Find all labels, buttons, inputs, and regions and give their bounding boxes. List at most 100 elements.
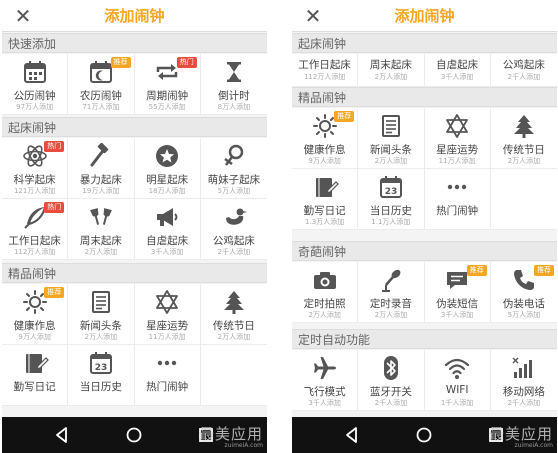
alarm-tile-count: 2万人添加 (507, 157, 541, 165)
back-icon[interactable] (52, 425, 72, 445)
alarm-tile[interactable]: 伪装短信 3千人添加 推荐 (424, 262, 491, 323)
alarm-tile[interactable]: 星座运势 11万人添加 (424, 108, 491, 169)
recommended-badge: 推荐 (334, 111, 355, 122)
section-header: 精品闹钟 (2, 263, 267, 283)
alarm-tile-label: 周末起床 (369, 59, 412, 71)
home-icon[interactable] (124, 425, 144, 445)
recommended-badge: 推荐 (534, 265, 554, 276)
alarm-tile-count: 2千人添加 (374, 399, 408, 407)
svg-text:23: 23 (95, 363, 108, 373)
alarm-tile-count: 112万人添加 (303, 73, 346, 81)
section-header: 奇葩闹钟 (292, 241, 557, 261)
alarm-tile-count: 121万人添加 (13, 187, 56, 195)
alarm-tile[interactable]: 移动网络 2千人添加 (490, 350, 557, 411)
alarm-tile[interactable]: 星座运势 11万人添加 (134, 284, 201, 345)
diary-icon (21, 350, 49, 376)
alarm-tile[interactable]: 飞行模式 3千人添加 (292, 350, 359, 411)
alarm-tile[interactable]: 传统节日 2万人添加 (200, 284, 267, 345)
alarm-tile[interactable]: 定时拍照 2万人添加 (292, 262, 359, 323)
alarm-tile[interactable]: 暴力起床 19万人添加 (68, 138, 135, 199)
watermark: 最美应用 zuimeiA.com (488, 425, 553, 449)
alarm-tile[interactable]: 定时录音 2万人添加 (358, 262, 425, 323)
alarm-tile[interactable]: 自虐起床 3千人添加 (424, 54, 491, 87)
alarm-tile-count: 11万人添加 (148, 333, 186, 341)
alarm-tile-label: 热门闹钟 (436, 205, 479, 217)
alarm-tile[interactable]: 新闻头条 2万人添加 (358, 108, 425, 169)
alarm-tile[interactable]: 公历闹钟 97万人添加 (2, 54, 69, 115)
alarm-tile-count: 2千人添加 (507, 399, 541, 407)
alarm-tile[interactable]: 自虐起床 3千人添加 (134, 199, 201, 260)
alarm-tile-label: 周期闹钟 (146, 90, 189, 102)
alarm-tile[interactable]: 新闻头条 2万人添加 (68, 284, 135, 345)
alarm-tile-count: 3千人添加 (440, 73, 474, 81)
cheers-icon (87, 204, 115, 230)
page-title: 添加闹钟 (104, 7, 165, 25)
alarm-tile[interactable]: 健康作息 9万人添加 推荐 (292, 108, 359, 169)
close-icon[interactable]: ✕ (300, 3, 326, 29)
home-icon[interactable] (414, 425, 434, 445)
alarm-tile[interactable]: 公鸡起床 2千人添加 (490, 54, 557, 87)
alarm-tile[interactable]: 农历闹钟 71万人添加 推荐 (68, 54, 135, 115)
alarm-tile-label: 健康作息 (13, 320, 56, 332)
alarm-tile[interactable]: 23 当日历史 1.1万人添加 (358, 169, 425, 230)
camera-icon (311, 267, 339, 293)
alarm-tile-count: 1千人添加 (440, 399, 474, 407)
alarm-tile[interactable]: 热门闹钟 (424, 169, 491, 230)
alarm-tile-count: 2千人添加 (217, 248, 251, 256)
alarm-tile[interactable]: 热门闹钟 (134, 345, 201, 406)
alarm-tile-count: 8万人添加 (217, 103, 251, 111)
alarm-tile-label: 定时拍照 (303, 298, 346, 310)
alarm-tile[interactable]: 周末起床 2万人添加 (68, 199, 135, 260)
alarm-tile[interactable]: 伪装电话 5万人添加 推荐 (490, 262, 557, 323)
back-icon[interactable] (342, 425, 362, 445)
alarm-tile[interactable]: 周末起床 2万人添加 (358, 54, 425, 87)
alarm-tile[interactable]: 工作日起床 112万人添加 热门 (2, 199, 69, 260)
alarm-tile[interactable]: 萌妹子起床 5万人添加 (200, 138, 267, 199)
alarm-tile[interactable]: 勤写日记 (2, 345, 69, 406)
alarm-grid: 健康作息 9万人添加 推荐 新闻头条 2万人添加 星座运势 11万人添加 传统节日 2万人添加勤… (292, 108, 557, 230)
alarm-tile[interactable]: 勤写日记 1.3万人添加 (292, 169, 359, 230)
alarm-tile-label: 星座运势 (146, 320, 189, 332)
alarm-tile-count: 5万人添加 (217, 187, 251, 195)
hot-badge: 热门 (176, 57, 197, 68)
alarm-tile-count: 19万人添加 (82, 187, 120, 195)
alarm-tile-count: 5万人添加 (507, 311, 541, 319)
alarm-tile[interactable]: 周期闹钟 55万人添加 热门 (134, 54, 201, 115)
alarm-tile-label: 工作日起床 (298, 59, 351, 71)
empty-cell (200, 345, 267, 406)
alarm-tile-label: 农历闹钟 (79, 90, 122, 102)
alarm-tile-count: 2万人添加 (374, 73, 408, 81)
alarm-tile-count: 2万人添加 (374, 157, 408, 165)
top-bar: ✕ 添加闹钟 (292, 0, 557, 32)
alarm-tile-label: 勤写日记 (13, 381, 56, 393)
alarm-tile-label: 伪装电话 (502, 298, 545, 310)
alarm-tile-label: WIFI (445, 384, 469, 396)
date-23-icon: 23 (87, 350, 115, 376)
alarm-tile[interactable]: 公鸡起床 2千人添加 (200, 199, 267, 260)
alarm-tile[interactable]: 健康作息 9万人添加 推荐 (2, 284, 69, 345)
alarm-tile[interactable]: 明星起床 18万人添加 (134, 138, 201, 199)
more-dots-icon (443, 174, 471, 200)
alarm-tile[interactable]: 传统节日 2万人添加 (490, 108, 557, 169)
alarm-tile[interactable]: 科学起床 121万人添加 热门 (2, 138, 69, 199)
alarm-tile[interactable]: WIFI 1千人添加 (424, 350, 491, 411)
calendar-icon (21, 59, 49, 85)
document-icon (377, 113, 405, 139)
female-icon (220, 143, 248, 169)
alarm-tile-count: 2万人添加 (374, 311, 408, 319)
alarm-tile[interactable]: 倒计时 8万人添加 (200, 54, 267, 115)
alarm-tile-label: 自虐起床 (436, 59, 479, 71)
document-icon (87, 289, 115, 315)
alarm-tile-count: 9万人添加 (308, 157, 341, 165)
close-icon[interactable]: ✕ (10, 3, 36, 29)
alarm-grid: 健康作息 9万人添加 推荐 新闻头条 2万人添加 星座运势 11万人添加 传统节日 2万人添加勤… (2, 284, 267, 406)
alarm-tile[interactable]: 蓝牙开关 2千人添加 (358, 350, 425, 411)
alarm-tile-count: 3千人添加 (150, 248, 184, 256)
pine-tree-icon (220, 289, 248, 315)
recommended-badge: 推荐 (110, 57, 131, 68)
hammer-icon (87, 143, 115, 169)
alarm-tile[interactable]: 23 当日历史 (68, 345, 135, 406)
hexagram-icon (443, 113, 471, 139)
alarm-tile[interactable]: 工作日起床 112万人添加 (292, 54, 359, 87)
alarm-tile-label: 健康作息 (303, 144, 346, 156)
